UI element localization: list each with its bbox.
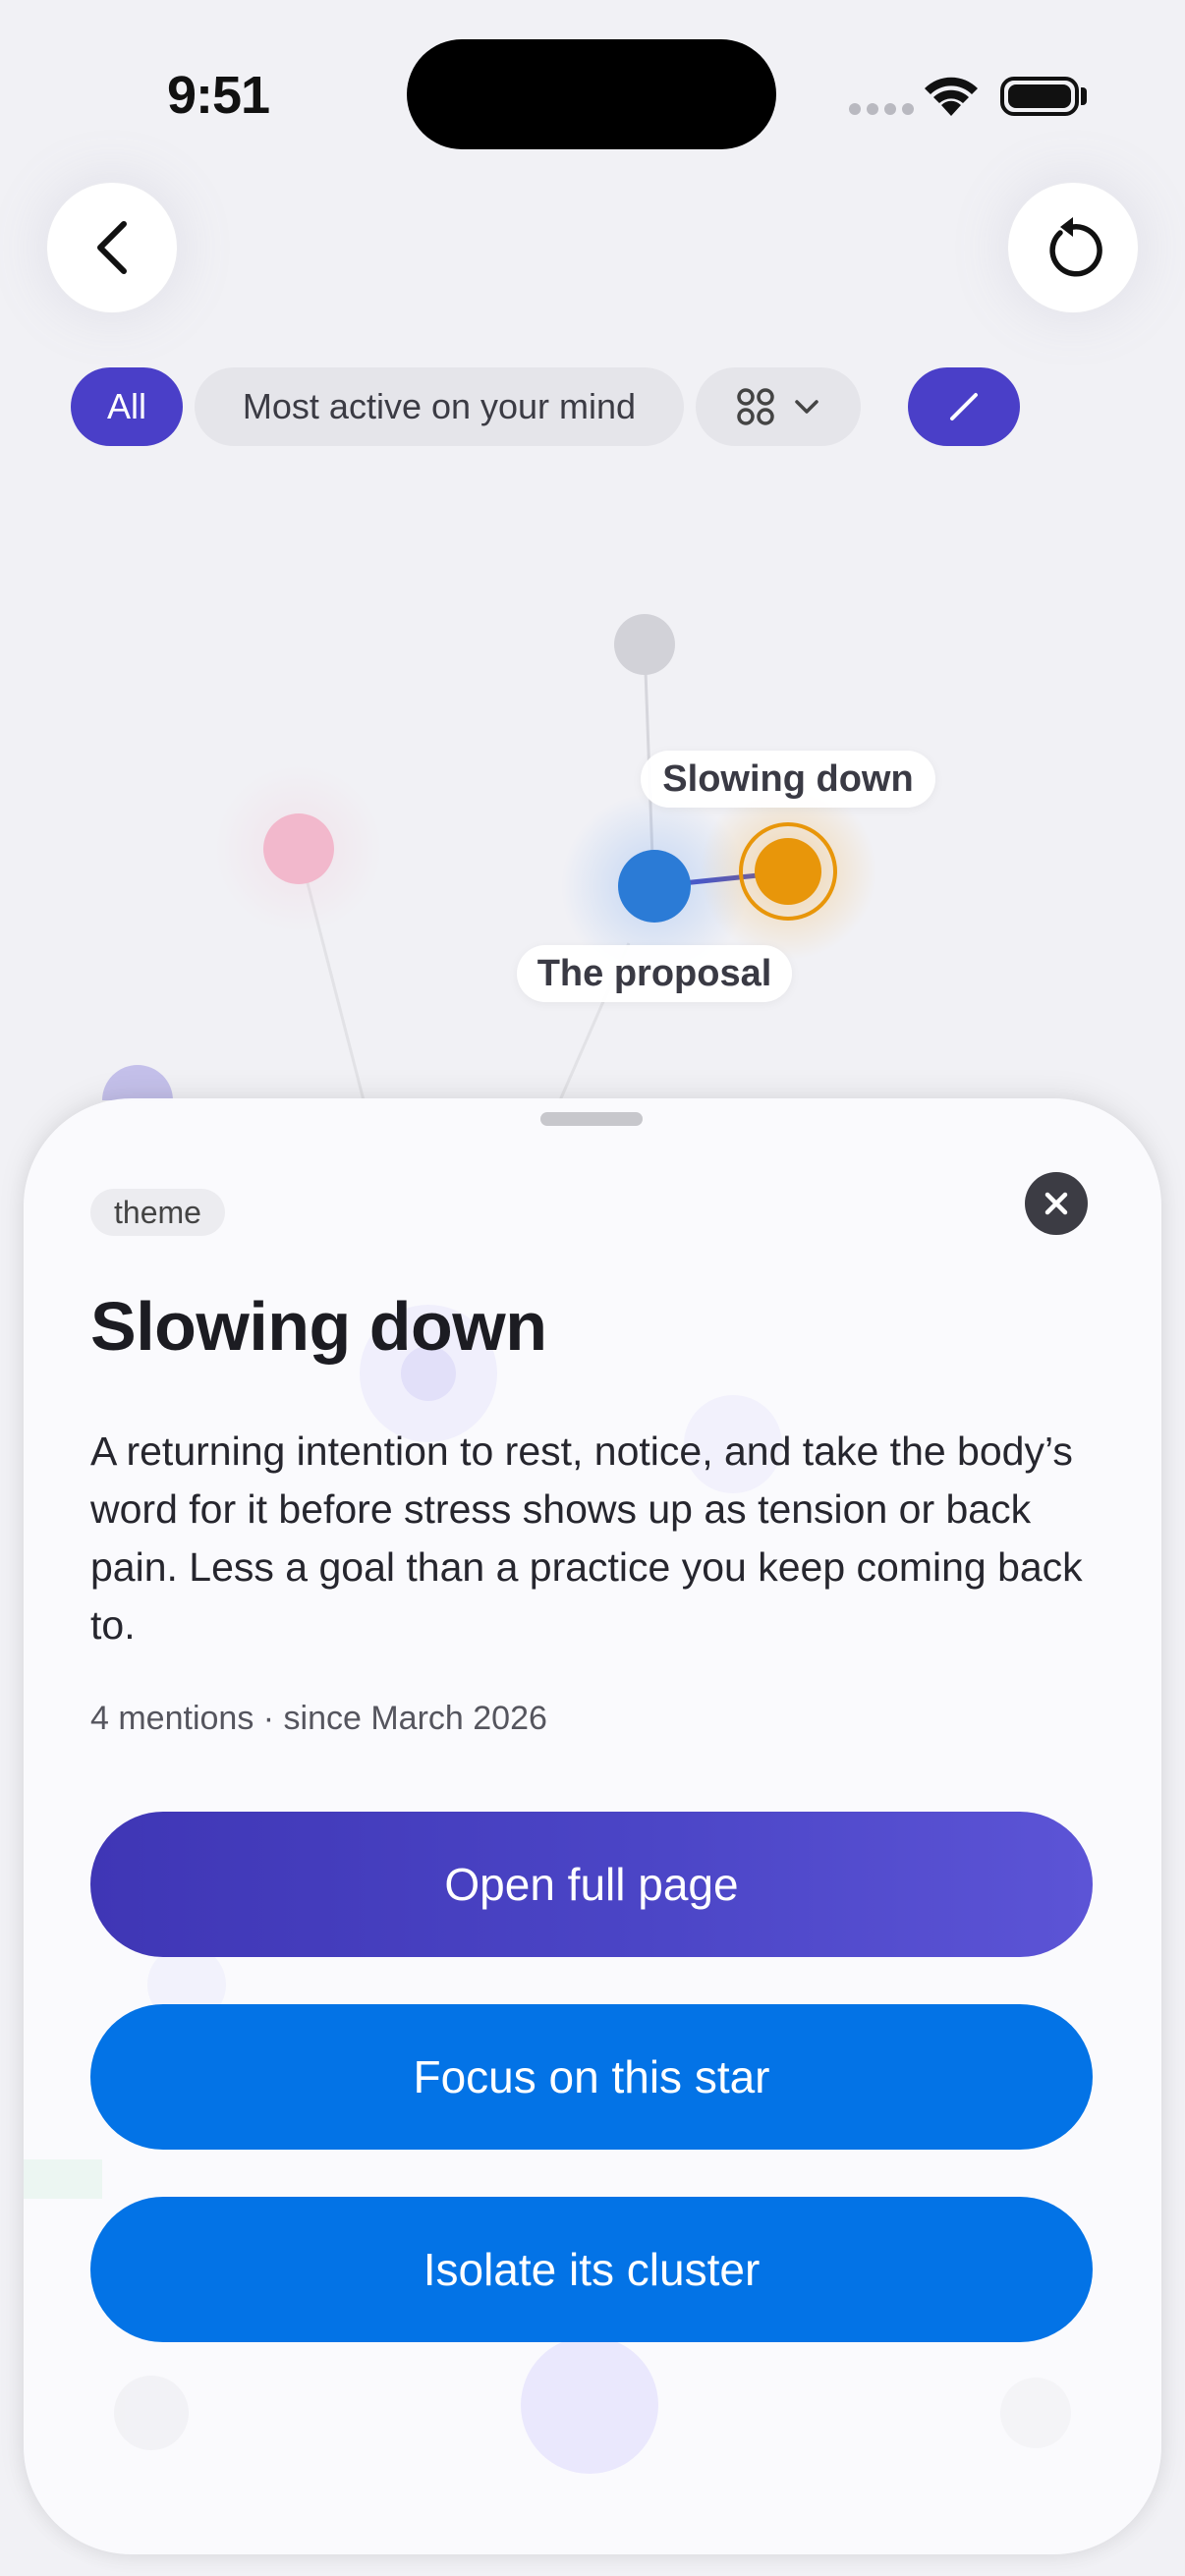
sheet-title: Slowing down bbox=[90, 1288, 547, 1365]
filter-all-chip[interactable]: All bbox=[71, 367, 183, 446]
pencil-line-icon bbox=[950, 393, 978, 420]
focus-star-button[interactable]: Focus on this star bbox=[90, 2004, 1093, 2150]
chevron-down-icon bbox=[795, 400, 818, 414]
sort-most-active-chip[interactable]: Most active on your mind bbox=[195, 367, 684, 446]
reset-view-button[interactable] bbox=[1008, 183, 1138, 312]
back-button[interactable] bbox=[47, 183, 177, 312]
edit-mode-button[interactable] bbox=[908, 367, 1020, 446]
node-gray[interactable] bbox=[614, 614, 675, 675]
close-icon bbox=[1044, 1192, 1068, 1215]
rotate-left-icon bbox=[1049, 217, 1102, 277]
battery-icon bbox=[1000, 77, 1079, 116]
node-label-slowing-down[interactable]: Slowing down bbox=[641, 751, 935, 808]
close-sheet-button[interactable] bbox=[1025, 1172, 1088, 1235]
constellation-graph[interactable] bbox=[0, 550, 1185, 1100]
battery-cap bbox=[1081, 87, 1087, 105]
grid-icon bbox=[737, 388, 774, 425]
view-mode-dropdown[interactable] bbox=[696, 367, 861, 446]
node-lavender[interactable] bbox=[102, 1065, 173, 1100]
status-time: 9:51 bbox=[167, 66, 270, 125]
node-label-the-proposal[interactable]: The proposal bbox=[517, 945, 792, 1002]
node-slowing-down-selected[interactable] bbox=[700, 783, 876, 960]
wifi-icon bbox=[925, 77, 978, 116]
mention-meta: 4 mentions · since March 2026 bbox=[90, 1700, 547, 1737]
sheet-grabber[interactable] bbox=[540, 1112, 643, 1126]
isolate-cluster-button[interactable]: Isolate its cluster bbox=[90, 2197, 1093, 2342]
type-tag: theme bbox=[90, 1189, 225, 1236]
chevron-left-icon bbox=[97, 221, 127, 274]
node-pink[interactable] bbox=[215, 765, 382, 932]
dynamic-island bbox=[407, 39, 776, 149]
sheet-description: A returning intention to rest, notice, a… bbox=[90, 1428, 1083, 1648]
open-full-page-button[interactable]: Open full page bbox=[90, 1812, 1093, 1957]
cellular-signal-icon bbox=[849, 103, 914, 115]
